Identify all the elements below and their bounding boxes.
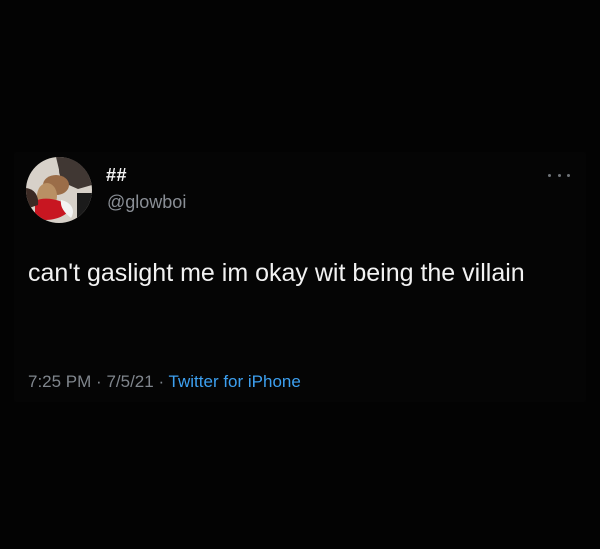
display-name[interactable]: ## bbox=[106, 165, 127, 186]
tweet-metadata: 7:25 PM · 7/5/21 · Twitter for iPhone bbox=[28, 372, 301, 392]
more-dot bbox=[548, 173, 551, 177]
tweet-text: can't gaslight me im okay wit being the … bbox=[28, 259, 525, 287]
tweet-source-link[interactable]: Twitter for iPhone bbox=[169, 372, 301, 391]
user-handle[interactable]: @glowboi bbox=[107, 192, 186, 213]
tweet-card[interactable]: ## @glowboi can't gaslight me im okay wi… bbox=[14, 152, 586, 402]
avatar[interactable] bbox=[26, 157, 92, 223]
meta-separator: · bbox=[96, 372, 102, 391]
tweet-time[interactable]: 7:25 PM bbox=[28, 372, 91, 391]
tweet-date[interactable]: 7/5/21 bbox=[106, 372, 153, 391]
page: ## @glowboi can't gaslight me im okay wi… bbox=[0, 0, 600, 549]
more-dot bbox=[557, 173, 561, 177]
avatar-image bbox=[26, 157, 92, 223]
meta-separator: · bbox=[158, 372, 165, 391]
more-options-icon[interactable] bbox=[548, 170, 570, 180]
more-dot bbox=[567, 173, 570, 177]
